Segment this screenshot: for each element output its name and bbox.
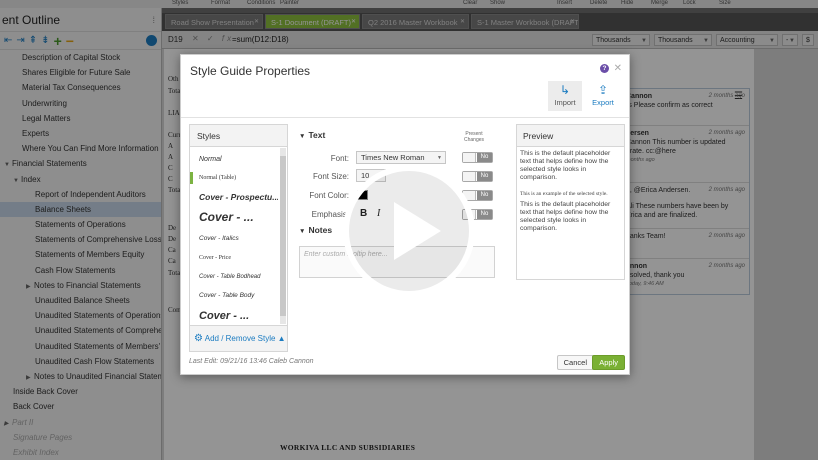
close-icon[interactable]: ✕ <box>614 63 622 74</box>
chevron-down-icon: ▼ <box>437 155 442 161</box>
preview-header: Preview <box>517 125 624 147</box>
style-list-item[interactable]: Normal <box>190 153 278 166</box>
divider <box>181 117 629 118</box>
font-size-label: Font Size: <box>312 172 349 181</box>
font-label: Font: <box>330 154 349 163</box>
preview-paragraph: This is the default placeholder text tha… <box>520 201 611 232</box>
style-list-item[interactable]: Cover - Price <box>190 252 278 264</box>
emphasis-label: Emphasis: <box>311 210 349 219</box>
style-list-item[interactable]: Cover - Table Bodhead <box>190 271 278 283</box>
import-label: Import <box>554 98 576 107</box>
play-icon <box>394 202 441 260</box>
font-select[interactable]: Times New Roman ▼ <box>356 151 446 164</box>
help-icon[interactable]: ? <box>600 64 609 73</box>
style-list-item[interactable]: Normal (Table) <box>190 172 278 184</box>
export-button[interactable]: ⇪ Export <box>586 81 620 111</box>
font-color-label: Font Color: <box>309 191 349 200</box>
export-icon: ⇪ <box>597 83 609 97</box>
preview-paragraph: This is the default placeholder text tha… <box>520 150 611 181</box>
export-label: Export <box>592 98 614 107</box>
font-present-toggle[interactable]: No <box>462 152 493 163</box>
cancel-button[interactable]: Cancel <box>556 355 594 370</box>
style-list-item[interactable]: Cover - ... <box>190 308 278 325</box>
preview-example: This is an example of the selected style… <box>520 191 608 197</box>
chevron-down-icon: ▼ <box>299 228 306 235</box>
toggle-text: No <box>477 191 492 200</box>
preview-panel: Preview This is the default placeholder … <box>516 124 625 280</box>
add-remove-style-label: Add / Remove Style ▲ <box>204 334 286 343</box>
style-list-item[interactable]: Cover - ... <box>190 208 278 226</box>
style-list-item[interactable]: Cover - Table Body <box>190 290 278 303</box>
add-remove-style-button[interactable]: ⚙ Add / Remove Style ▲ <box>190 325 287 351</box>
dialog-footer: Last Edit: 09/21/16 13:46 Caleb Cannon C… <box>181 352 629 374</box>
toggle-knob <box>463 153 476 162</box>
size-present-toggle[interactable]: No <box>462 171 493 182</box>
style-list-item[interactable]: Cover - Italics <box>190 233 278 246</box>
apply-button[interactable]: Apply <box>592 355 625 370</box>
font-value: Times New Roman <box>361 153 425 162</box>
styles-panel: Styles Normal Normal (Table) Cover - Prosp… <box>189 124 288 352</box>
video-play-button[interactable] <box>343 165 475 297</box>
last-edit-text: Last Edit: 09/21/16 13:46 Caleb Cannon <box>189 358 314 365</box>
toggle-text: No <box>477 172 492 181</box>
toggle-text: No <box>477 210 492 219</box>
styles-list: Normal Normal (Table) Cover - Prospectu...… <box>190 147 278 327</box>
toggle-knob <box>463 172 476 181</box>
import-icon: ↳ <box>559 83 571 97</box>
dialog-title: Style Guide Properties <box>190 64 311 78</box>
styles-header: Styles <box>190 125 287 147</box>
style-list-item[interactable]: Cover - Prospectu... <box>190 190 278 205</box>
notes-section-header[interactable]: ▼ Notes <box>299 225 332 235</box>
toggle-text: No <box>477 153 492 162</box>
import-button[interactable]: ↳ Import <box>548 81 582 111</box>
text-section-label: Text <box>308 130 326 140</box>
chevron-down-icon: ▼ <box>299 133 306 140</box>
gear-icon: ⚙ <box>194 333 203 344</box>
text-section-header[interactable]: ▼ Text <box>299 130 325 140</box>
notes-section-label: Notes <box>308 225 333 235</box>
present-changes-label: Present Changes <box>463 131 484 143</box>
